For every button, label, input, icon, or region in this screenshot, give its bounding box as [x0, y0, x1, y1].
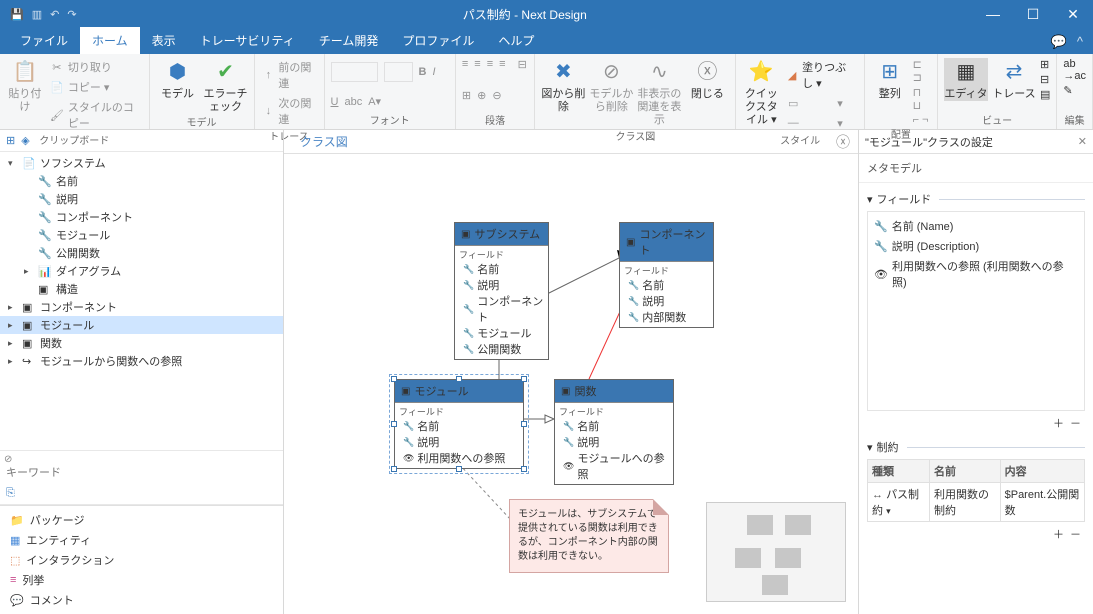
tree-item[interactable]: ▣構造	[0, 280, 283, 298]
tab-home[interactable]: ホーム	[80, 27, 140, 54]
add-field-button[interactable]: ＋	[1053, 415, 1064, 431]
class-component[interactable]: ▣コンポーネント フィールド 🔧名前 🔧説明 🔧内部関数	[619, 222, 714, 328]
tree-item[interactable]: 🔧公開関数	[0, 244, 283, 262]
type-item[interactable]: ▦エンティティ	[4, 530, 279, 550]
tab-view[interactable]: 表示	[140, 27, 188, 54]
tab-file[interactable]: ファイル	[8, 27, 80, 54]
field-row[interactable]: 🔧名前 (Name)	[872, 216, 1080, 236]
type-item[interactable]: ≡列挙	[4, 570, 279, 590]
copy-button[interactable]: 📄コピー ▾	[48, 78, 143, 96]
class-subsystem[interactable]: ▣サブシステム フィールド 🔧名前 🔧説明 🔧コンポーネント 🔧モジュール 🔧公…	[454, 222, 549, 360]
add-constraint-button[interactable]: ＋	[1053, 526, 1064, 542]
remove-field-button[interactable]: －	[1070, 415, 1081, 431]
type-list[interactable]: 📁パッケージ▦エンティティ⬚インタラクション≡列挙💬コメント	[0, 505, 283, 614]
model-tree[interactable]: ▾📄ソフシステム🔧名前🔧説明🔧コンポーネント🔧モジュール🔧公開関数▸📊ダイアグラ…	[0, 152, 283, 450]
canvas-close-icon[interactable]: ⓧ	[836, 132, 850, 152]
minimize-button[interactable]: —	[973, 6, 1013, 23]
type-item[interactable]: ⬚インタラクション	[4, 550, 279, 570]
type-item[interactable]: 💬コメント	[4, 590, 279, 610]
group-font: フォント	[331, 112, 449, 129]
delete-from-figure-button[interactable]: ✖図から削除	[541, 58, 585, 114]
collapse-ribbon-icon[interactable]: ^	[1077, 34, 1083, 50]
menubar: ファイル ホーム 表示 トレーサビリティ チーム開発 プロファイル ヘルプ 💬 …	[0, 28, 1093, 54]
next-relation-button[interactable]: ↓次の関連	[261, 94, 318, 128]
paste-button[interactable]: 📋貼り付け	[6, 58, 44, 114]
tree-item[interactable]: ▸▣コンポーネント	[0, 298, 283, 316]
ribbon: 📋貼り付け ✂切り取り 📄コピー ▾ 🖌スタイルのコピー クリップボード ⬢モデ…	[0, 54, 1093, 130]
tree-item[interactable]: 🔧コンポーネント	[0, 208, 283, 226]
tab-trace[interactable]: トレーサビリティ	[188, 27, 307, 54]
class-function[interactable]: ▣関数 フィールド 🔧名前 🔧説明 👁モジュールへの参照	[554, 379, 674, 485]
redo-icon[interactable]: ↷	[67, 8, 76, 21]
group-paragraph: 段落	[462, 112, 529, 129]
align-button[interactable]: ⊞整列	[871, 58, 909, 101]
cut-button[interactable]: ✂切り取り	[48, 58, 143, 76]
filter-input[interactable]	[4, 465, 279, 481]
editor-button[interactable]: ▦エディタ	[944, 58, 988, 101]
field-row[interactable]: 👁利用関数への参照 (利用関数への参照)	[872, 256, 1080, 292]
field-list[interactable]: 🔧名前 (Name)🔧説明 (Description)👁利用関数への参照 (利用…	[867, 211, 1085, 411]
diagram-note[interactable]: モジュールは、サブシステムで提供されている関数は利用できるが、コンポーネント内部…	[509, 499, 669, 573]
tree-item[interactable]: ▸↪モジュールから関数への参照	[0, 352, 283, 370]
tab-help[interactable]: ヘルプ	[486, 27, 546, 54]
group-view: ビュー	[944, 112, 1050, 129]
properties-panel: "モジュール"クラスの設定✕ メタモデル ▾フィールド 🔧名前 (Name)🔧説…	[858, 130, 1093, 614]
tree-item[interactable]: 🔧説明	[0, 190, 283, 208]
fill-button[interactable]: ◢塗りつぶし ▾	[784, 58, 858, 92]
remove-constraint-button[interactable]: －	[1070, 526, 1081, 542]
copy-style-button[interactable]: 🖌スタイルのコピー	[48, 98, 143, 132]
group-edit: 編集	[1063, 112, 1086, 129]
field-row[interactable]: 🔧説明 (Description)	[872, 236, 1080, 256]
left-panel: ⊞ ◈ ▾📄ソフシステム🔧名前🔧説明🔧コンポーネント🔧モジュール🔧公開関数▸📊ダ…	[0, 130, 284, 614]
canvas-area: クラス図 ⓧ ▣サブシステム フィールド 🔧名前	[284, 130, 858, 614]
titlebar: 💾 ▥ ↶ ↷ パス制約 - Next Design — ☐ ✕	[0, 0, 1093, 28]
window-title: パス制約 - Next Design	[77, 6, 973, 23]
model-button[interactable]: ⬢モデル	[156, 58, 200, 101]
nav-icon[interactable]: ⊞	[6, 134, 15, 147]
minimap[interactable]	[706, 502, 846, 602]
trace-view-button[interactable]: ⇄トレース	[992, 58, 1036, 101]
undo-icon[interactable]: ↶	[50, 8, 59, 21]
tab-profile[interactable]: プロファイル	[390, 27, 486, 54]
close-diagram-button[interactable]: ⓧ閉じる	[685, 58, 729, 101]
errorcheck-button[interactable]: ✔エラーチェック	[204, 58, 248, 114]
class-module[interactable]: ▣モジュール フィールド 🔧名前 🔧説明 👁利用関数への参照	[394, 379, 524, 469]
show-hidden-button[interactable]: ∿非表示の関連を表示	[637, 58, 681, 128]
prev-relation-button[interactable]: ↑前の関連	[261, 58, 318, 92]
panel-title: "モジュール"クラスの設定	[865, 134, 993, 150]
new-icon[interactable]: ▥	[32, 8, 42, 21]
constraints-table[interactable]: 種類名前内容 ↔ パス制約 ▾ 利用関数の制約 $Parent.公開関数	[867, 459, 1085, 522]
type-item[interactable]: 📁パッケージ	[4, 510, 279, 530]
canvas-tab[interactable]: クラス図	[292, 129, 356, 154]
tree-item[interactable]: 🔧モジュール	[0, 226, 283, 244]
maximize-button[interactable]: ☐	[1013, 6, 1053, 23]
tree-item[interactable]: 🔧名前	[0, 172, 283, 190]
group-model: モデル	[156, 114, 248, 131]
quickstyle-button[interactable]: ⭐クイックスタイル ▾	[742, 58, 780, 128]
tree-item[interactable]: ▸▣モジュール	[0, 316, 283, 334]
panel-tab-metamodel[interactable]: メタモデル	[859, 154, 1093, 183]
panel-close-icon[interactable]: ✕	[1078, 135, 1087, 148]
tab-team[interactable]: チーム開発	[307, 27, 391, 54]
diagram-canvas[interactable]: ▣サブシステム フィールド 🔧名前 🔧説明 🔧コンポーネント 🔧モジュール 🔧公…	[284, 154, 858, 614]
tree-item[interactable]: ▾📄ソフシステム	[0, 154, 283, 172]
save-icon[interactable]: 💾	[10, 8, 24, 21]
nav-icon2[interactable]: ◈	[21, 134, 29, 147]
feedback-icon[interactable]: 💬	[1051, 34, 1067, 50]
tree-item[interactable]: ▸▣関数	[0, 334, 283, 352]
copy-structure-icon[interactable]: ⎘	[6, 487, 15, 500]
delete-from-model-button[interactable]: ⊘モデルから削除	[589, 58, 633, 114]
tree-item[interactable]: ▸📊ダイアグラム	[0, 262, 283, 280]
close-button[interactable]: ✕	[1053, 6, 1093, 23]
